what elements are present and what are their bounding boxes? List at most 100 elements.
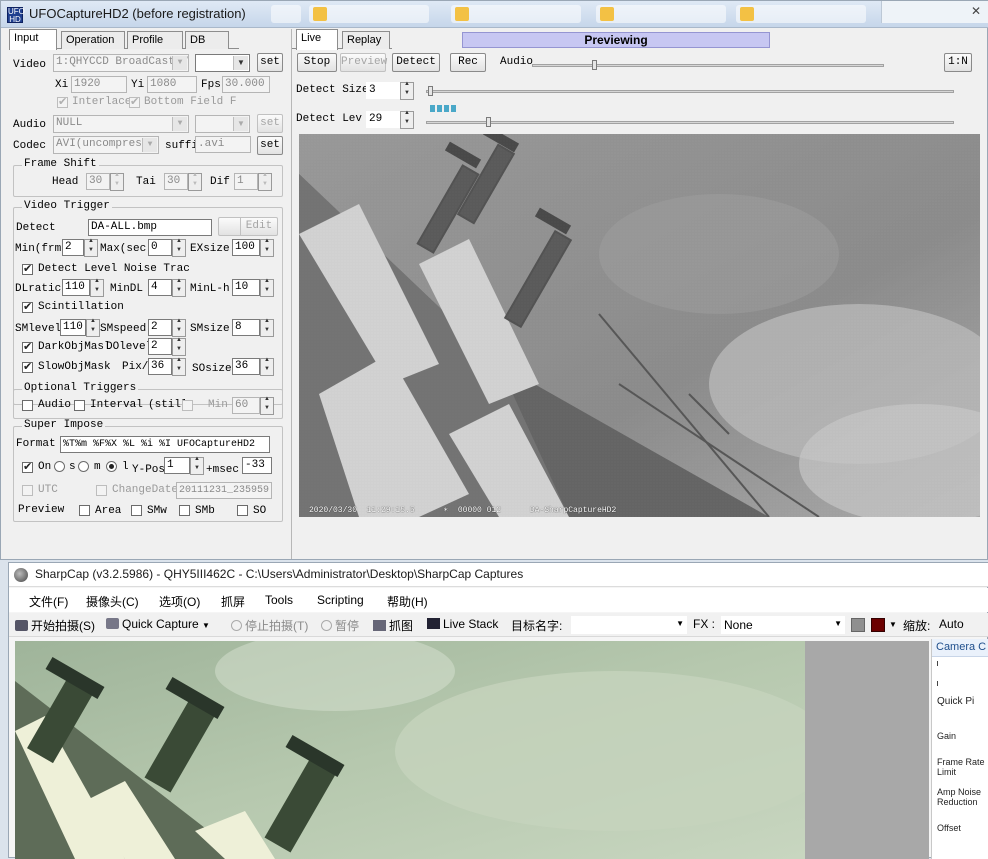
- preview-area-checkbox[interactable]: [79, 505, 90, 516]
- tab-input[interactable]: Input: [9, 29, 57, 50]
- detect-lev-slider[interactable]: [426, 121, 954, 124]
- tail-field[interactable]: 30: [164, 173, 188, 190]
- tab-replay[interactable]: Replay: [342, 31, 390, 49]
- stop-capture-button[interactable]: 停止拍摄(T): [231, 617, 308, 634]
- dif-spinner[interactable]: [258, 172, 272, 191]
- camera-controls-header[interactable]: Camera C: [932, 639, 988, 657]
- format-field[interactable]: %T%m %F%X %L %i %I UFOCaptureHD2: [60, 436, 270, 453]
- impose-on-checkbox[interactable]: [22, 460, 33, 473]
- live-stack-button[interactable]: Live Stack: [427, 617, 498, 631]
- max-sec-field[interactable]: 0: [148, 239, 172, 256]
- quick-capture-button[interactable]: Quick Capture ▼: [106, 617, 210, 631]
- ufo-video-preview[interactable]: 2020/03/30 11:29:15.5 ∗ 00000 012 DA-Sha…: [299, 134, 980, 517]
- display-toggle-icon[interactable]: [851, 618, 865, 632]
- xi-field[interactable]: 1920: [71, 76, 127, 93]
- changedate-checkbox[interactable]: [96, 485, 107, 496]
- slowobj-checkbox[interactable]: [22, 360, 33, 373]
- menu-tools[interactable]: Tools: [265, 593, 293, 607]
- min-frm-spinner[interactable]: [84, 238, 98, 257]
- menu-camera[interactable]: 摄像头(C): [86, 593, 139, 610]
- sharpcap-video-preview[interactable]: [15, 641, 805, 859]
- highlight-toggle-icon[interactable]: [871, 618, 885, 632]
- preview-smb-checkbox[interactable]: [179, 505, 190, 516]
- scintillation-checkbox[interactable]: [22, 300, 33, 313]
- minlh-spinner[interactable]: [260, 278, 274, 297]
- preview-so-checkbox[interactable]: [237, 505, 248, 516]
- min-field[interactable]: 60: [232, 397, 260, 414]
- tab-db[interactable]: DB: [185, 31, 229, 49]
- chevron-down-icon[interactable]: ▼: [889, 620, 897, 629]
- interlace-checkbox[interactable]: [57, 95, 68, 108]
- min-frm-field[interactable]: 2: [62, 239, 84, 256]
- size-s-radio[interactable]: [54, 461, 65, 472]
- mindl-spinner[interactable]: [172, 278, 186, 297]
- msec-field[interactable]: -33: [242, 457, 272, 474]
- preview-button[interactable]: Preview: [340, 53, 387, 72]
- utc-checkbox[interactable]: [22, 485, 33, 496]
- pause-button[interactable]: 暂停: [321, 617, 359, 634]
- codec-set-button[interactable]: set: [257, 136, 283, 155]
- bottom-field-checkbox[interactable]: [129, 95, 140, 108]
- detect-lev-spinner[interactable]: [400, 110, 414, 129]
- ypos-field[interactable]: 1: [164, 457, 190, 474]
- detect-lev-field[interactable]: 29: [366, 111, 400, 128]
- still-checkbox[interactable]: [182, 400, 193, 411]
- head-spinner[interactable]: [110, 172, 124, 191]
- detect-mask-field[interactable]: DA-ALL.bmp: [88, 219, 212, 236]
- audio-level-thumb[interactable]: [592, 60, 597, 70]
- pix-spinner[interactable]: [172, 357, 186, 376]
- suffix-field[interactable]: .avi: [195, 136, 251, 153]
- size-m-radio[interactable]: [78, 461, 89, 472]
- zoom-value[interactable]: Auto: [939, 617, 964, 631]
- dif-field[interactable]: 1: [234, 173, 258, 190]
- close-icon[interactable]: ✕: [971, 4, 981, 18]
- fps-field[interactable]: 30.000: [222, 76, 270, 93]
- detect-button[interactable]: Detect: [392, 53, 440, 72]
- menu-file[interactable]: 文件(F): [29, 593, 68, 610]
- max-sec-spinner[interactable]: [172, 238, 186, 257]
- chevron-down-icon[interactable]: ▼: [202, 621, 210, 630]
- tab-live[interactable]: Live: [296, 29, 338, 50]
- fx-select[interactable]: None ▼: [721, 616, 845, 634]
- tab-operation[interactable]: Operation: [61, 31, 125, 49]
- video-device-select[interactable]: 1:QHYCCD BroadCast V: [53, 54, 189, 72]
- audio-level-slider[interactable]: [532, 64, 884, 67]
- ufo-titlebar[interactable]: UFO HD UFOCaptureHD2 (before registratio…: [1, 1, 988, 28]
- detect-level-noise-checkbox[interactable]: [22, 262, 33, 275]
- start-capture-button[interactable]: 开始拍摄(S): [15, 617, 95, 634]
- edit-button[interactable]: Edit: [218, 217, 278, 236]
- sosize-field[interactable]: 36: [232, 358, 260, 375]
- ratio-button[interactable]: 1:N: [944, 53, 972, 72]
- interval-checkbox[interactable]: [74, 400, 85, 411]
- head-field[interactable]: 30: [86, 173, 110, 190]
- dolevel-field[interactable]: 2: [148, 338, 172, 355]
- smspeed-field[interactable]: 2: [148, 319, 172, 336]
- exsize-spinner[interactable]: [260, 238, 274, 257]
- sosize-spinner[interactable]: [260, 357, 274, 376]
- menu-help[interactable]: 帮助(H): [387, 593, 428, 610]
- pix-field[interactable]: 36: [148, 358, 172, 375]
- audio-device-select[interactable]: NULL: [53, 115, 189, 133]
- codec-select[interactable]: AVI(uncompress: [53, 136, 159, 154]
- detect-size-slider[interactable]: [426, 90, 954, 93]
- min-spinner[interactable]: [260, 396, 274, 415]
- exsize-field[interactable]: 100: [232, 239, 260, 256]
- smlevel-field[interactable]: 110: [60, 319, 86, 336]
- preview-smw-checkbox[interactable]: [131, 505, 142, 516]
- menu-options[interactable]: 选项(O): [159, 593, 200, 610]
- mindl-field[interactable]: 4: [148, 279, 172, 296]
- audio-mode-select[interactable]: [195, 115, 250, 133]
- video-set-button[interactable]: set: [257, 53, 283, 72]
- rec-button[interactable]: Rec: [450, 53, 486, 72]
- ypos-spinner[interactable]: [190, 456, 204, 475]
- detect-lev-thumb[interactable]: [486, 117, 491, 127]
- dlratio-field[interactable]: 110: [62, 279, 90, 296]
- snapshot-button[interactable]: 抓图: [373, 617, 413, 634]
- window-controls[interactable]: ✕: [881, 1, 988, 23]
- darkobj-checkbox[interactable]: [22, 340, 33, 353]
- menu-scripting[interactable]: Scripting: [317, 593, 364, 607]
- detect-size-field[interactable]: 3: [366, 82, 400, 99]
- smlevel-spinner[interactable]: [86, 318, 100, 337]
- sharpcap-titlebar[interactable]: SharpCap (v3.2.5986) - QHY5III462C - C:\…: [9, 563, 988, 587]
- smsize-field[interactable]: 8: [232, 319, 260, 336]
